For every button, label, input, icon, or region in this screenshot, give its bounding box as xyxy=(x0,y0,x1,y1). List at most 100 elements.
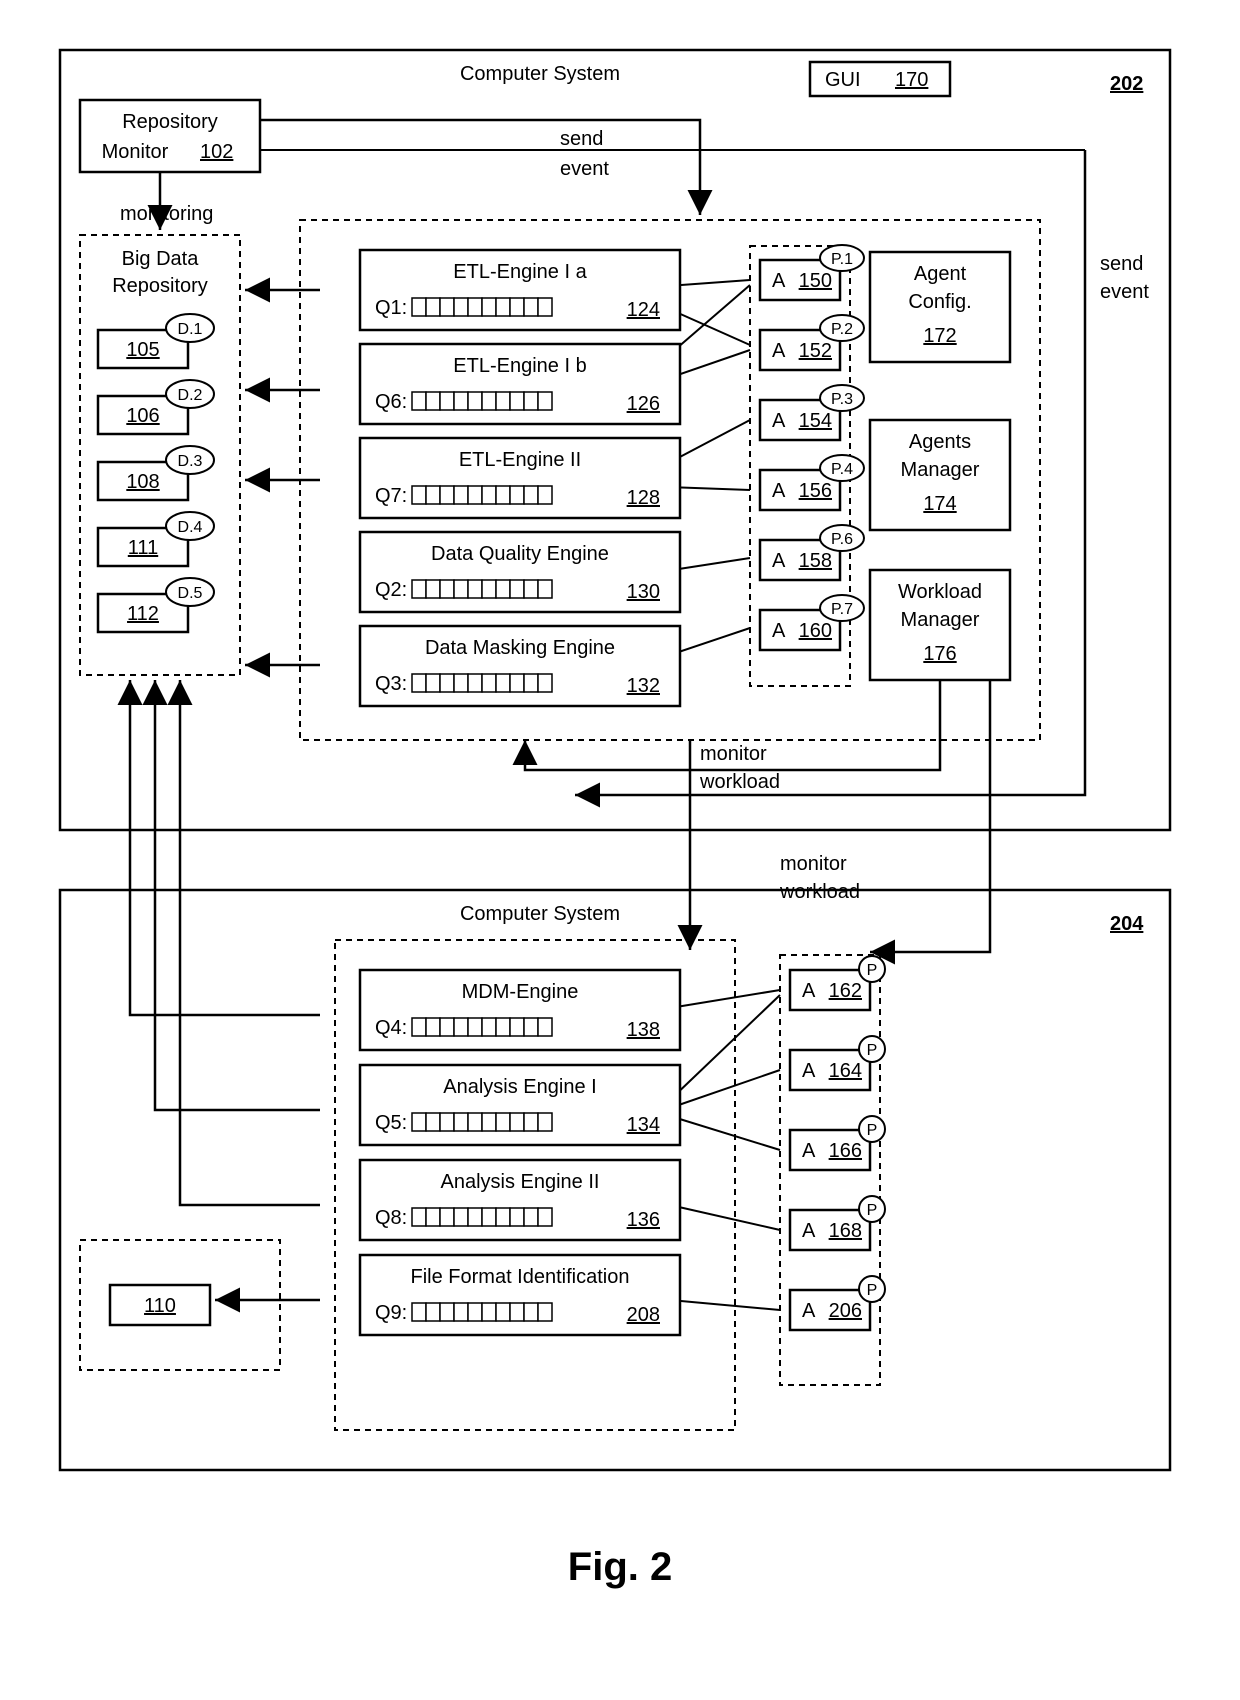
engine-ref: 136 xyxy=(627,1209,660,1231)
engine-q: Q1: xyxy=(375,297,407,319)
agent-badge-text: P.2 xyxy=(831,321,853,338)
agent-badge-text: P xyxy=(867,1282,878,1299)
lbl-send2: send xyxy=(1100,253,1143,275)
engine-ref: 208 xyxy=(627,1304,660,1326)
agent-ref: 152 xyxy=(799,340,832,362)
engine-q: Q7: xyxy=(375,485,407,507)
repo-badge-text: D.1 xyxy=(178,321,203,338)
repo-monitor-ref: 102 xyxy=(200,141,233,163)
gui-label: GUI xyxy=(825,69,861,91)
repo-item-ref: 105 xyxy=(126,339,159,361)
repo-item-ref: 111 xyxy=(128,537,158,559)
bottom-system-ref: 204 xyxy=(1110,913,1144,935)
lbl-monitor-bot: monitor xyxy=(780,853,847,875)
lbl-send: send xyxy=(560,128,603,150)
agent-ref: 154 xyxy=(799,410,832,432)
engine-ref: 130 xyxy=(627,581,660,603)
agents-mgr-l1: Agents xyxy=(909,431,971,453)
lbl-monitoring: monitoring xyxy=(120,203,213,225)
agents-mgr-l2: Manager xyxy=(901,459,980,481)
top-system-title: Computer System xyxy=(460,63,620,85)
agent-badge-text: P.1 xyxy=(831,251,853,268)
repo-item-ref: 108 xyxy=(126,471,159,493)
agent-badge-text: P xyxy=(867,1122,878,1139)
extra-110-ref: 110 xyxy=(144,1295,176,1317)
agent-A: A xyxy=(802,980,816,1002)
engine-ref: 128 xyxy=(627,487,660,509)
agent-badge-text: P.3 xyxy=(831,391,853,408)
repo-title2: Repository xyxy=(112,275,208,297)
agent-badge-text: P xyxy=(867,1042,878,1059)
agent-ref: 206 xyxy=(829,1300,862,1322)
engine-name: MDM-Engine xyxy=(462,981,579,1003)
engine-ref: 138 xyxy=(627,1019,660,1041)
engine-name: Analysis Engine I xyxy=(443,1076,596,1098)
agent-badge-text: P.6 xyxy=(831,531,853,548)
engine-name: ETL-Engine I a xyxy=(453,261,587,283)
wl-mgr-ref: 176 xyxy=(923,643,956,665)
engine-name: Data Masking Engine xyxy=(425,637,615,659)
repo-badge-text: D.5 xyxy=(178,585,203,602)
agent-badge-text: P xyxy=(867,1202,878,1219)
engine-q: Q4: xyxy=(375,1017,407,1039)
lbl-event2: event xyxy=(1100,281,1149,303)
agent-A: A xyxy=(772,410,786,432)
top-system-ref: 202 xyxy=(1110,73,1143,95)
agent-A: A xyxy=(772,620,786,642)
engine-name: Analysis Engine II xyxy=(441,1171,600,1193)
agent-ref: 160 xyxy=(799,620,832,642)
repo-badge-text: D.4 xyxy=(178,519,203,536)
repo-badge-text: D.3 xyxy=(178,453,203,470)
engine-q: Q2: xyxy=(375,579,407,601)
agent-ref: 156 xyxy=(799,480,832,502)
agent-A: A xyxy=(772,480,786,502)
agent-config-ref: 172 xyxy=(923,325,956,347)
top-engines-group: ETL-Engine I a Q1: 124 ETL-Engine I b Q6: 126… xyxy=(360,250,680,706)
lbl-workload-top: workload xyxy=(699,771,780,793)
engine-ref: 124 xyxy=(627,299,660,321)
agent-badge-text: P.7 xyxy=(831,601,853,618)
agent-A: A xyxy=(802,1300,816,1322)
engine-name: Data Quality Engine xyxy=(431,543,609,565)
engine-name: ETL-Engine I b xyxy=(453,355,586,377)
repo-title1: Big Data xyxy=(122,248,200,270)
agent-ref: 168 xyxy=(829,1220,862,1242)
agent-config-l2: Config. xyxy=(908,291,971,313)
engine-q: Q9: xyxy=(375,1302,407,1324)
engine-name: File Format Identification xyxy=(411,1266,630,1288)
wl-mgr-l2: Manager xyxy=(901,609,980,631)
engine-q: Q8: xyxy=(375,1207,407,1229)
agent-A: A xyxy=(802,1060,816,1082)
wl-mgr-l1: Workload xyxy=(898,581,982,603)
agent-A: A xyxy=(772,550,786,572)
agent-A: A xyxy=(802,1220,816,1242)
lbl-event: event xyxy=(560,158,609,180)
engine-q: Q3: xyxy=(375,673,407,695)
agent-ref: 150 xyxy=(799,270,832,292)
engine-ref: 134 xyxy=(627,1114,660,1136)
bottom-system-title: Computer System xyxy=(460,903,620,925)
gui-ref: 170 xyxy=(895,69,928,91)
agent-A: A xyxy=(802,1140,816,1162)
agent-A: A xyxy=(772,270,786,292)
agent-ref: 158 xyxy=(799,550,832,572)
engine-q: Q5: xyxy=(375,1112,407,1134)
repo-monitor-label1: Repository xyxy=(122,111,218,133)
agent-config-l1: Agent xyxy=(914,263,967,285)
agent-badge-text: P.4 xyxy=(831,461,853,478)
agent-ref: 162 xyxy=(829,980,862,1002)
engine-q: Q6: xyxy=(375,391,407,413)
lbl-workload-bot: workload xyxy=(779,881,860,903)
repo-item-ref: 106 xyxy=(126,405,159,427)
figure-label: Fig. 2 xyxy=(568,1545,672,1589)
repo-badge-text: D.2 xyxy=(178,387,203,404)
repo-item-ref: 112 xyxy=(127,603,159,625)
agent-A: A xyxy=(772,340,786,362)
agents-mgr-ref: 174 xyxy=(923,493,956,515)
lbl-monitor-top: monitor xyxy=(700,743,767,765)
agent-ref: 164 xyxy=(829,1060,862,1082)
engine-ref: 132 xyxy=(627,675,660,697)
agent-badge-text: P xyxy=(867,962,878,979)
engine-ref: 126 xyxy=(627,393,660,415)
engine-name: ETL-Engine II xyxy=(459,449,581,471)
